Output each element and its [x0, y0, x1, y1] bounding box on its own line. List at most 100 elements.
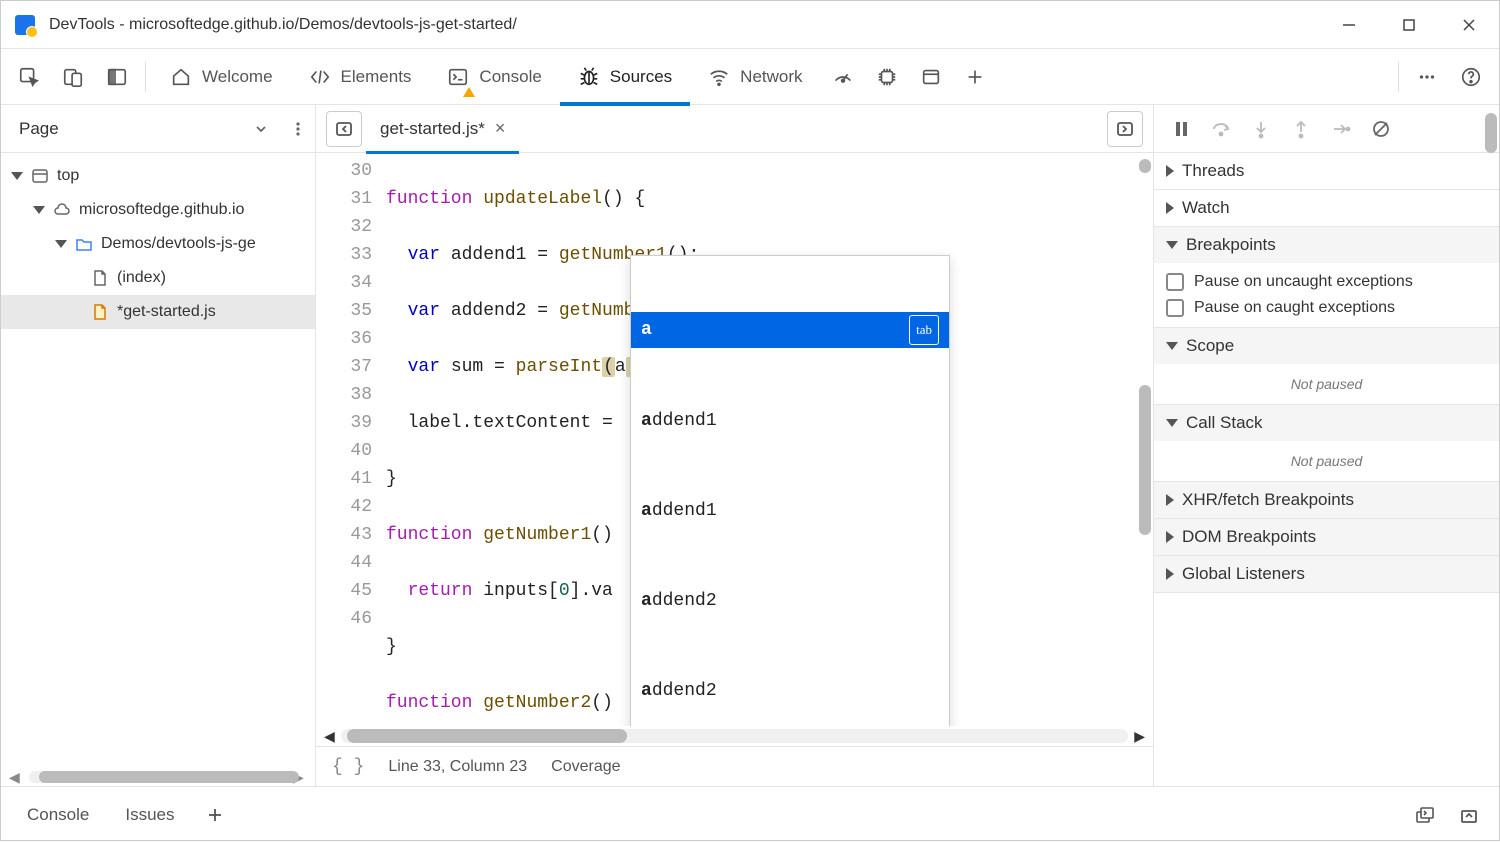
add-drawer-tab-icon[interactable] [195, 795, 235, 835]
step-into-button[interactable] [1244, 112, 1278, 146]
window-titlebar: DevTools - microsoftedge.github.io/Demos… [1, 1, 1499, 49]
editor-statusbar: { } Line 33, Column 23 Coverage [316, 746, 1153, 786]
tab-sources[interactable]: Sources [560, 49, 690, 105]
line-gutter: 3031323334353637383940414243444546 [316, 153, 386, 726]
pause-uncaught-checkbox[interactable]: Pause on uncaught exceptions [1166, 269, 1487, 295]
code-icon [309, 66, 331, 88]
tab-elements[interactable]: Elements [291, 49, 430, 105]
expand-drawer-icon[interactable] [1449, 795, 1489, 835]
close-tab-icon[interactable]: × [495, 118, 506, 139]
debugger-toolbar [1154, 105, 1499, 153]
page-navigator: Page top microsoftedge.github.io Demos/d… [1, 105, 316, 786]
tree-node-folder[interactable]: Demos/devtools-js-ge [1, 227, 315, 261]
tab-console[interactable]: Console [429, 49, 559, 105]
add-tab-icon[interactable] [953, 55, 997, 99]
document-icon [91, 269, 109, 287]
tree-node-index[interactable]: (index) [1, 261, 315, 295]
tab-welcome[interactable]: Welcome [152, 49, 291, 105]
coverage-label: Coverage [551, 758, 620, 776]
drawer-tab-issues[interactable]: Issues [109, 787, 190, 843]
pretty-print-icon[interactable]: { } [332, 757, 364, 777]
autocomplete-item[interactable]: addend2 [631, 674, 949, 708]
step-over-button[interactable] [1204, 112, 1238, 146]
devtools-toolbar: Welcome Elements Console Sources Network [1, 49, 1499, 105]
cursor-position: Line 33, Column 23 [388, 758, 527, 776]
chevron-down-icon [253, 121, 269, 137]
editor-file-tab[interactable]: get-started.js* × [366, 105, 519, 153]
maximize-button[interactable] [1379, 1, 1439, 49]
expand-icon [11, 172, 23, 180]
callstack-empty: Not paused [1154, 441, 1499, 481]
debug-vscroll[interactable] [1485, 113, 1497, 153]
tree-label: Demos/devtools-js-ge [101, 235, 256, 253]
memory-icon[interactable] [865, 55, 909, 99]
step-out-button[interactable] [1284, 112, 1318, 146]
tree-label: *get-started.js [117, 303, 216, 321]
console-drawer: Console Issues [1, 786, 1499, 842]
autocomplete-item[interactable]: addend2 [631, 584, 949, 618]
drawer-console-icon[interactable] [1405, 795, 1445, 835]
tree-label: microsoftedge.github.io [79, 201, 244, 219]
navigator-dropdown[interactable]: Page [1, 105, 315, 153]
file-tab-label: get-started.js* [380, 119, 485, 139]
wifi-icon [708, 66, 730, 88]
drawer-tab-console[interactable]: Console [11, 787, 105, 843]
bug-icon [578, 66, 600, 88]
tab-label: Welcome [202, 67, 273, 87]
section-scope[interactable]: Scope [1154, 328, 1499, 364]
pause-caught-checkbox[interactable]: Pause on caught exceptions [1166, 295, 1487, 321]
tab-hint-badge: tab [909, 315, 939, 345]
window-title: DevTools - microsoftedge.github.io/Demos… [49, 16, 1319, 34]
warning-badge-icon [463, 87, 475, 97]
autocomplete-item[interactable]: addend1 [631, 494, 949, 528]
section-threads[interactable]: Threads [1154, 153, 1499, 189]
toggle-debugger-button[interactable] [1107, 111, 1143, 147]
window-icon [31, 167, 49, 185]
navigator-label: Page [9, 119, 253, 139]
file-tree: top microsoftedge.github.io Demos/devtoo… [1, 153, 315, 768]
section-breakpoints[interactable]: Breakpoints [1154, 227, 1499, 263]
expand-icon [55, 240, 67, 248]
sidebar-scrollbar[interactable]: ◀▶ [1, 768, 315, 786]
section-global[interactable]: Global Listeners [1154, 556, 1499, 592]
autocomplete-popup: atab addend1 addend1 addend2 addend2 add… [630, 255, 950, 726]
tab-label: Elements [341, 67, 412, 87]
deactivate-breakpoints-button[interactable] [1364, 112, 1398, 146]
tree-node-top[interactable]: top [1, 159, 315, 193]
section-watch[interactable]: Watch [1154, 190, 1499, 226]
scope-empty: Not paused [1154, 364, 1499, 404]
home-icon [170, 66, 192, 88]
application-icon[interactable] [909, 55, 953, 99]
editor-tabbar: get-started.js* × [316, 105, 1153, 153]
performance-icon[interactable] [821, 55, 865, 99]
console-icon [447, 66, 469, 88]
expand-icon [33, 206, 45, 214]
pause-button[interactable] [1164, 112, 1198, 146]
editor-hscroll[interactable]: ◀▶ [316, 726, 1153, 746]
more-icon[interactable] [1405, 55, 1449, 99]
section-dom[interactable]: DOM Breakpoints [1154, 519, 1499, 555]
debugger-panel: Threads Watch Breakpoints Pause on uncau… [1154, 105, 1499, 786]
tab-network[interactable]: Network [690, 49, 820, 105]
tree-label: (index) [117, 269, 166, 287]
device-toggle-icon[interactable] [51, 55, 95, 99]
tab-label: Sources [610, 67, 672, 87]
tree-node-script[interactable]: *get-started.js [1, 295, 315, 329]
tab-label: Console [479, 67, 541, 87]
autocomplete-item[interactable]: addend1 [631, 404, 949, 438]
autocomplete-item[interactable]: atab [631, 312, 949, 348]
toggle-navigator-button[interactable] [326, 111, 362, 147]
close-button[interactable] [1439, 1, 1499, 49]
minimize-button[interactable] [1319, 1, 1379, 49]
dock-side-icon[interactable] [95, 55, 139, 99]
tree-node-domain[interactable]: microsoftedge.github.io [1, 193, 315, 227]
code-content[interactable]: function updateLabel() { var addend1 = g… [386, 153, 1153, 726]
section-xhr[interactable]: XHR/fetch Breakpoints [1154, 482, 1499, 518]
script-icon [91, 303, 109, 321]
tree-label: top [57, 167, 79, 185]
step-button[interactable] [1324, 112, 1358, 146]
section-callstack[interactable]: Call Stack [1154, 405, 1499, 441]
more-vertical-icon[interactable] [289, 120, 307, 138]
inspect-icon[interactable] [7, 55, 51, 99]
help-icon[interactable] [1449, 55, 1493, 99]
